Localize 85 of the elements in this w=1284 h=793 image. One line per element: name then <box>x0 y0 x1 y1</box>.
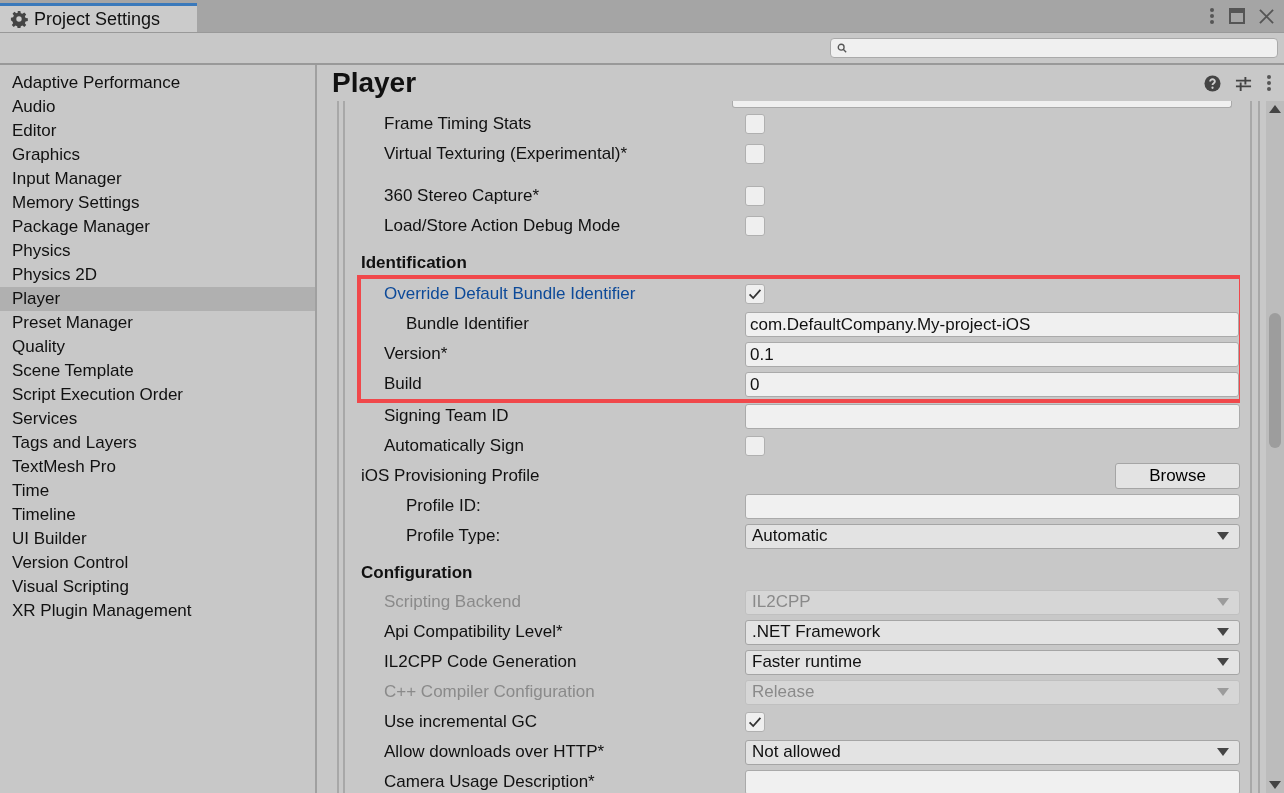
setting-label: Profile ID: <box>406 496 481 515</box>
dropdown[interactable]: Faster runtime <box>745 649 1240 675</box>
caret-icon <box>1217 598 1229 606</box>
setting-label: iOS Provisioning Profile <box>361 466 540 485</box>
setting-label: Load/Store Action Debug Mode <box>384 216 621 235</box>
setting-label: Allow downloads over HTTP* <box>384 742 605 761</box>
search-icon <box>837 43 847 53</box>
sidebar-item[interactable]: Quality <box>0 335 315 359</box>
sidebar-item[interactable]: Audio <box>0 95 315 119</box>
section-header: Identification <box>361 253 467 273</box>
text-field[interactable] <box>745 769 1240 793</box>
scroll-down-icon[interactable] <box>1269 781 1281 789</box>
checkbox[interactable] <box>745 712 765 732</box>
setting-label: Use incremental GC <box>384 712 538 731</box>
setting-label: C++ Compiler Configuration <box>384 682 595 701</box>
sidebar-item[interactable]: Time <box>0 479 315 503</box>
dropdown[interactable]: Automatic <box>745 523 1240 549</box>
sidebar-item[interactable]: Scene Template <box>0 359 315 383</box>
sidebar-item[interactable]: XR Plugin Management <box>0 599 315 623</box>
text-field[interactable] <box>745 403 1240 429</box>
sidebar-item[interactable]: Visual Scripting <box>0 575 315 599</box>
sidebar-item[interactable]: Version Control <box>0 551 315 575</box>
setting-label: Virtual Texturing (Experimental)* <box>384 144 628 163</box>
close-icon[interactable] <box>1259 8 1274 24</box>
setting-label: Api Compatibility Level* <box>384 622 563 641</box>
sliders-icon[interactable] <box>1235 74 1252 92</box>
scrollbar-thumb[interactable] <box>1269 313 1281 448</box>
caret-icon <box>1217 628 1229 636</box>
checkbox[interactable] <box>745 144 765 164</box>
search-field[interactable] <box>830 38 1278 58</box>
setting-label: Profile Type: <box>406 526 501 545</box>
text-field[interactable] <box>745 493 1240 519</box>
setting-label: Signing Team ID <box>384 406 509 425</box>
sidebar-item[interactable]: Script Execution Order <box>0 383 315 407</box>
caret-icon <box>1217 748 1229 756</box>
browse-button[interactable]: Browse <box>1115 463 1240 489</box>
sidebar-item[interactable]: Graphics <box>0 143 315 167</box>
sidebar-item[interactable]: Tags and Layers <box>0 431 315 455</box>
sidebar-item[interactable]: Player <box>0 287 315 311</box>
sidebar-item[interactable]: Input Manager <box>0 167 315 191</box>
text-field[interactable]: com.DefaultCompany.My-project-iOS <box>745 311 1239 337</box>
sidebar-item[interactable]: Physics <box>0 239 315 263</box>
caret-icon <box>1217 688 1229 696</box>
panel-title: Player <box>332 67 417 99</box>
scroll-up-icon[interactable] <box>1269 105 1281 113</box>
sidebar-item[interactable]: Editor <box>0 119 315 143</box>
sidebar-item[interactable]: Memory Settings <box>0 191 315 215</box>
dropdown[interactable]: .NET Framework <box>745 619 1240 645</box>
sidebar-item[interactable]: UI Builder <box>0 527 315 551</box>
text-field[interactable]: 0.1 <box>745 341 1239 367</box>
checkbox[interactable] <box>745 216 765 236</box>
gear-icon <box>10 10 28 28</box>
sidebar-item[interactable]: Adaptive Performance <box>0 71 315 95</box>
setting-label: IL2CPP Code Generation <box>384 652 577 671</box>
scrollbar[interactable] <box>1266 101 1284 793</box>
caret-icon <box>1217 532 1229 540</box>
text-field[interactable]: 0 <box>745 371 1239 397</box>
setting-label: 360 Stereo Capture* <box>384 186 539 205</box>
setting-label: Build <box>384 374 422 393</box>
more-icon[interactable] <box>1209 7 1215 25</box>
window-tab[interactable]: Project Settings <box>0 3 197 32</box>
setting-label: Camera Usage Description* <box>384 772 595 791</box>
text-field[interactable] <box>732 101 1232 108</box>
sidebar-item[interactable]: Physics 2D <box>0 263 315 287</box>
caret-icon <box>1217 658 1229 666</box>
maximize-icon[interactable] <box>1229 8 1245 24</box>
checkbox[interactable] <box>745 186 765 206</box>
setting-label: Automatically Sign <box>384 436 524 455</box>
sidebar-item[interactable]: Package Manager <box>0 215 315 239</box>
setting-label: Frame Timing Stats <box>384 114 532 133</box>
sidebar-item[interactable]: Preset Manager <box>0 311 315 335</box>
help-icon[interactable] <box>1204 74 1221 92</box>
setting-label: Version* <box>384 344 448 363</box>
setting-label: Scripting Backend <box>384 592 522 611</box>
more-icon[interactable] <box>1266 74 1272 92</box>
section-header: Configuration <box>361 563 473 583</box>
checkbox[interactable] <box>745 436 765 456</box>
dropdown[interactable]: Not allowed <box>745 739 1240 765</box>
checkbox[interactable] <box>745 284 765 304</box>
setting-label: Override Default Bundle Identifier <box>384 284 636 303</box>
sidebar-item[interactable]: TextMesh Pro <box>0 455 315 479</box>
sidebar-item[interactable]: Timeline <box>0 503 315 527</box>
sidebar-item[interactable]: Services <box>0 407 315 431</box>
setting-label: Bundle Identifier <box>406 314 529 333</box>
checkbox[interactable] <box>745 114 765 134</box>
